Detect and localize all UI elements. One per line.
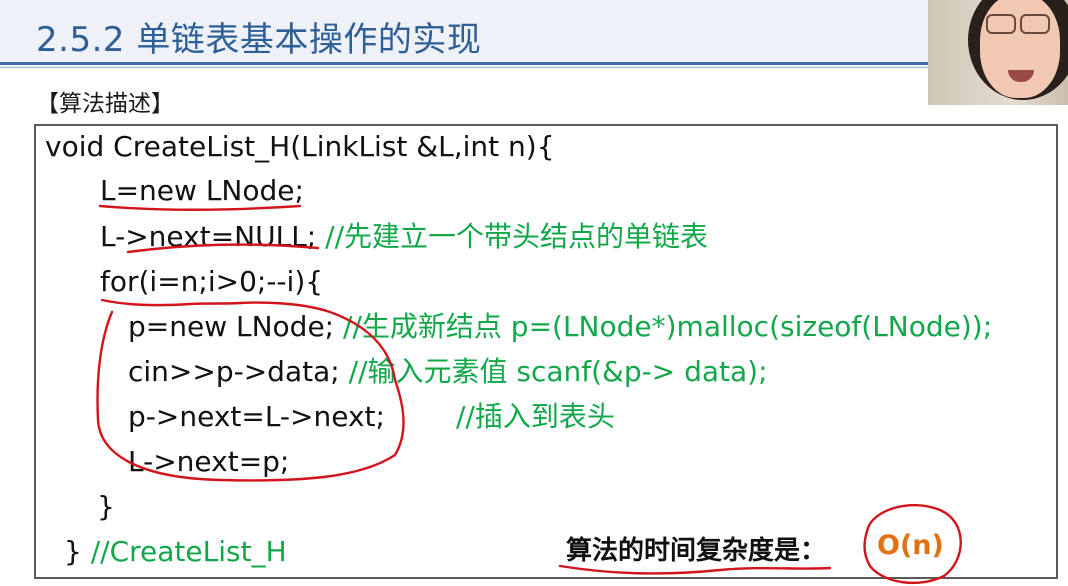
presenter-glasses-left <box>986 14 1016 34</box>
code-line-3: L->next=NULL; //先建立一个带头结点的单链表 <box>100 220 708 254</box>
section-label: 【算法描述】 <box>36 91 174 117</box>
code-text: void CreateList_H(LinkList &L,int n){ <box>45 130 555 163</box>
code-line-9: } <box>97 490 115 524</box>
code-line-4: for(i=n;i>0;--i){ <box>100 265 323 299</box>
presenter-glasses-right <box>1020 14 1050 34</box>
code-line-5: p=new LNode; //生成新结点 p=(LNode*)malloc(si… <box>128 310 992 344</box>
code-text: p=new LNode; <box>128 310 344 343</box>
code-line-1: void CreateList_H(LinkList &L,int n){ <box>45 130 555 164</box>
code-comment: //CreateList_H <box>90 535 287 568</box>
code-comment: //生成新结点 p=(LNode*)malloc(sizeof(LNode)); <box>343 310 993 343</box>
code-line-8: L->next=p; <box>128 445 289 479</box>
code-text: L=new LNode; <box>100 174 304 207</box>
code-comment: //插入到表头 <box>456 400 615 433</box>
complexity-label: 算法的时间复杂度是： <box>566 536 827 566</box>
code-line-6: cin>>p->data; //输入元素值 scanf(&p-> data); <box>128 355 768 389</box>
code-text: for(i=n;i>0;--i){ <box>100 265 324 298</box>
slide-title: 2.5.2 单链表基本操作的实现 <box>36 20 482 60</box>
code-text: } <box>64 535 91 568</box>
code-line-2: L=new LNode; <box>100 174 304 208</box>
code-text: p->next=L->next; <box>128 400 385 433</box>
code-line-7: p->next=L->next; <box>128 400 385 434</box>
webcam-video-overlay <box>928 0 1068 105</box>
title-divider-thin <box>0 67 930 68</box>
complexity-value: O(n) <box>877 530 944 561</box>
title-divider-thick <box>0 62 930 65</box>
code-line-7-comment: //插入到表头 <box>456 400 615 434</box>
code-comment: //先建立一个带头结点的单链表 <box>325 220 709 253</box>
code-text: } <box>97 490 115 523</box>
code-comment: //输入元素值 scanf(&p-> data); <box>348 355 768 388</box>
code-text: L->next=p; <box>128 445 290 478</box>
code-text: cin>>p->data; <box>128 355 349 388</box>
code-line-10: } //CreateList_H <box>64 535 287 569</box>
code-text: L->next=NULL; <box>100 220 326 253</box>
